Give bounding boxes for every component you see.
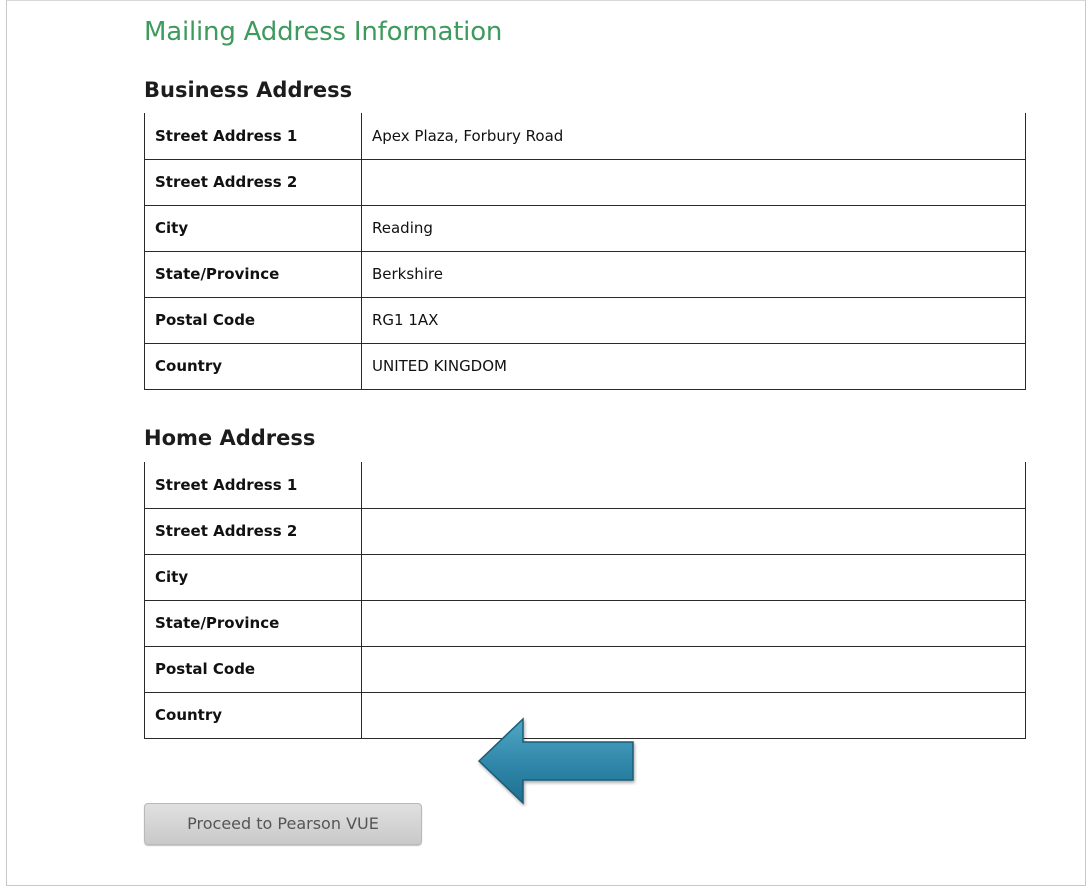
row-label: City bbox=[144, 204, 362, 252]
row-label: Street Address 2 bbox=[144, 158, 362, 206]
row-value: Reading bbox=[361, 204, 1026, 252]
table-row: Street Address 2 bbox=[144, 507, 1026, 555]
row-value bbox=[361, 158, 1026, 206]
table-row: State/Province bbox=[144, 599, 1026, 647]
page-title: Mailing Address Information bbox=[144, 17, 503, 47]
row-label: Country bbox=[144, 342, 362, 390]
row-value bbox=[361, 553, 1026, 601]
table-row: Country UNITED KINGDOM bbox=[144, 342, 1026, 390]
table-row: Street Address 1 bbox=[144, 462, 1026, 509]
row-label: Street Address 2 bbox=[144, 507, 362, 555]
table-row: Postal Code bbox=[144, 645, 1026, 693]
table-row: City Reading bbox=[144, 204, 1026, 252]
row-label: City bbox=[144, 553, 362, 601]
row-value bbox=[361, 599, 1026, 647]
row-label: Street Address 1 bbox=[144, 462, 362, 509]
left-arrow-icon bbox=[477, 717, 634, 805]
table-row: Street Address 2 bbox=[144, 158, 1026, 206]
business-address-title: Business Address bbox=[144, 78, 353, 102]
row-value bbox=[361, 462, 1026, 509]
home-address-table: Street Address 1 Street Address 2 City S… bbox=[144, 462, 1026, 739]
row-value: Berkshire bbox=[361, 250, 1026, 298]
row-label: State/Province bbox=[144, 250, 362, 298]
content-frame: Mailing Address Information Business Add… bbox=[6, 0, 1086, 886]
business-address-table: Street Address 1 Apex Plaza, Forbury Roa… bbox=[144, 113, 1026, 390]
row-label: Postal Code bbox=[144, 645, 362, 693]
table-row: City bbox=[144, 553, 1026, 601]
home-address-title: Home Address bbox=[144, 426, 316, 450]
proceed-to-pearson-vue-button[interactable]: Proceed to Pearson VUE bbox=[144, 803, 422, 845]
table-row: Street Address 1 Apex Plaza, Forbury Roa… bbox=[144, 113, 1026, 160]
row-value: Apex Plaza, Forbury Road bbox=[361, 113, 1026, 160]
table-row: Postal Code RG1 1AX bbox=[144, 296, 1026, 344]
row-value: RG1 1AX bbox=[361, 296, 1026, 344]
row-label: Street Address 1 bbox=[144, 113, 362, 160]
row-value bbox=[361, 645, 1026, 693]
row-label: State/Province bbox=[144, 599, 362, 647]
row-label: Country bbox=[144, 691, 362, 739]
row-label: Postal Code bbox=[144, 296, 362, 344]
row-value: UNITED KINGDOM bbox=[361, 342, 1026, 390]
row-value bbox=[361, 691, 1026, 739]
row-value bbox=[361, 507, 1026, 555]
table-row: State/Province Berkshire bbox=[144, 250, 1026, 298]
